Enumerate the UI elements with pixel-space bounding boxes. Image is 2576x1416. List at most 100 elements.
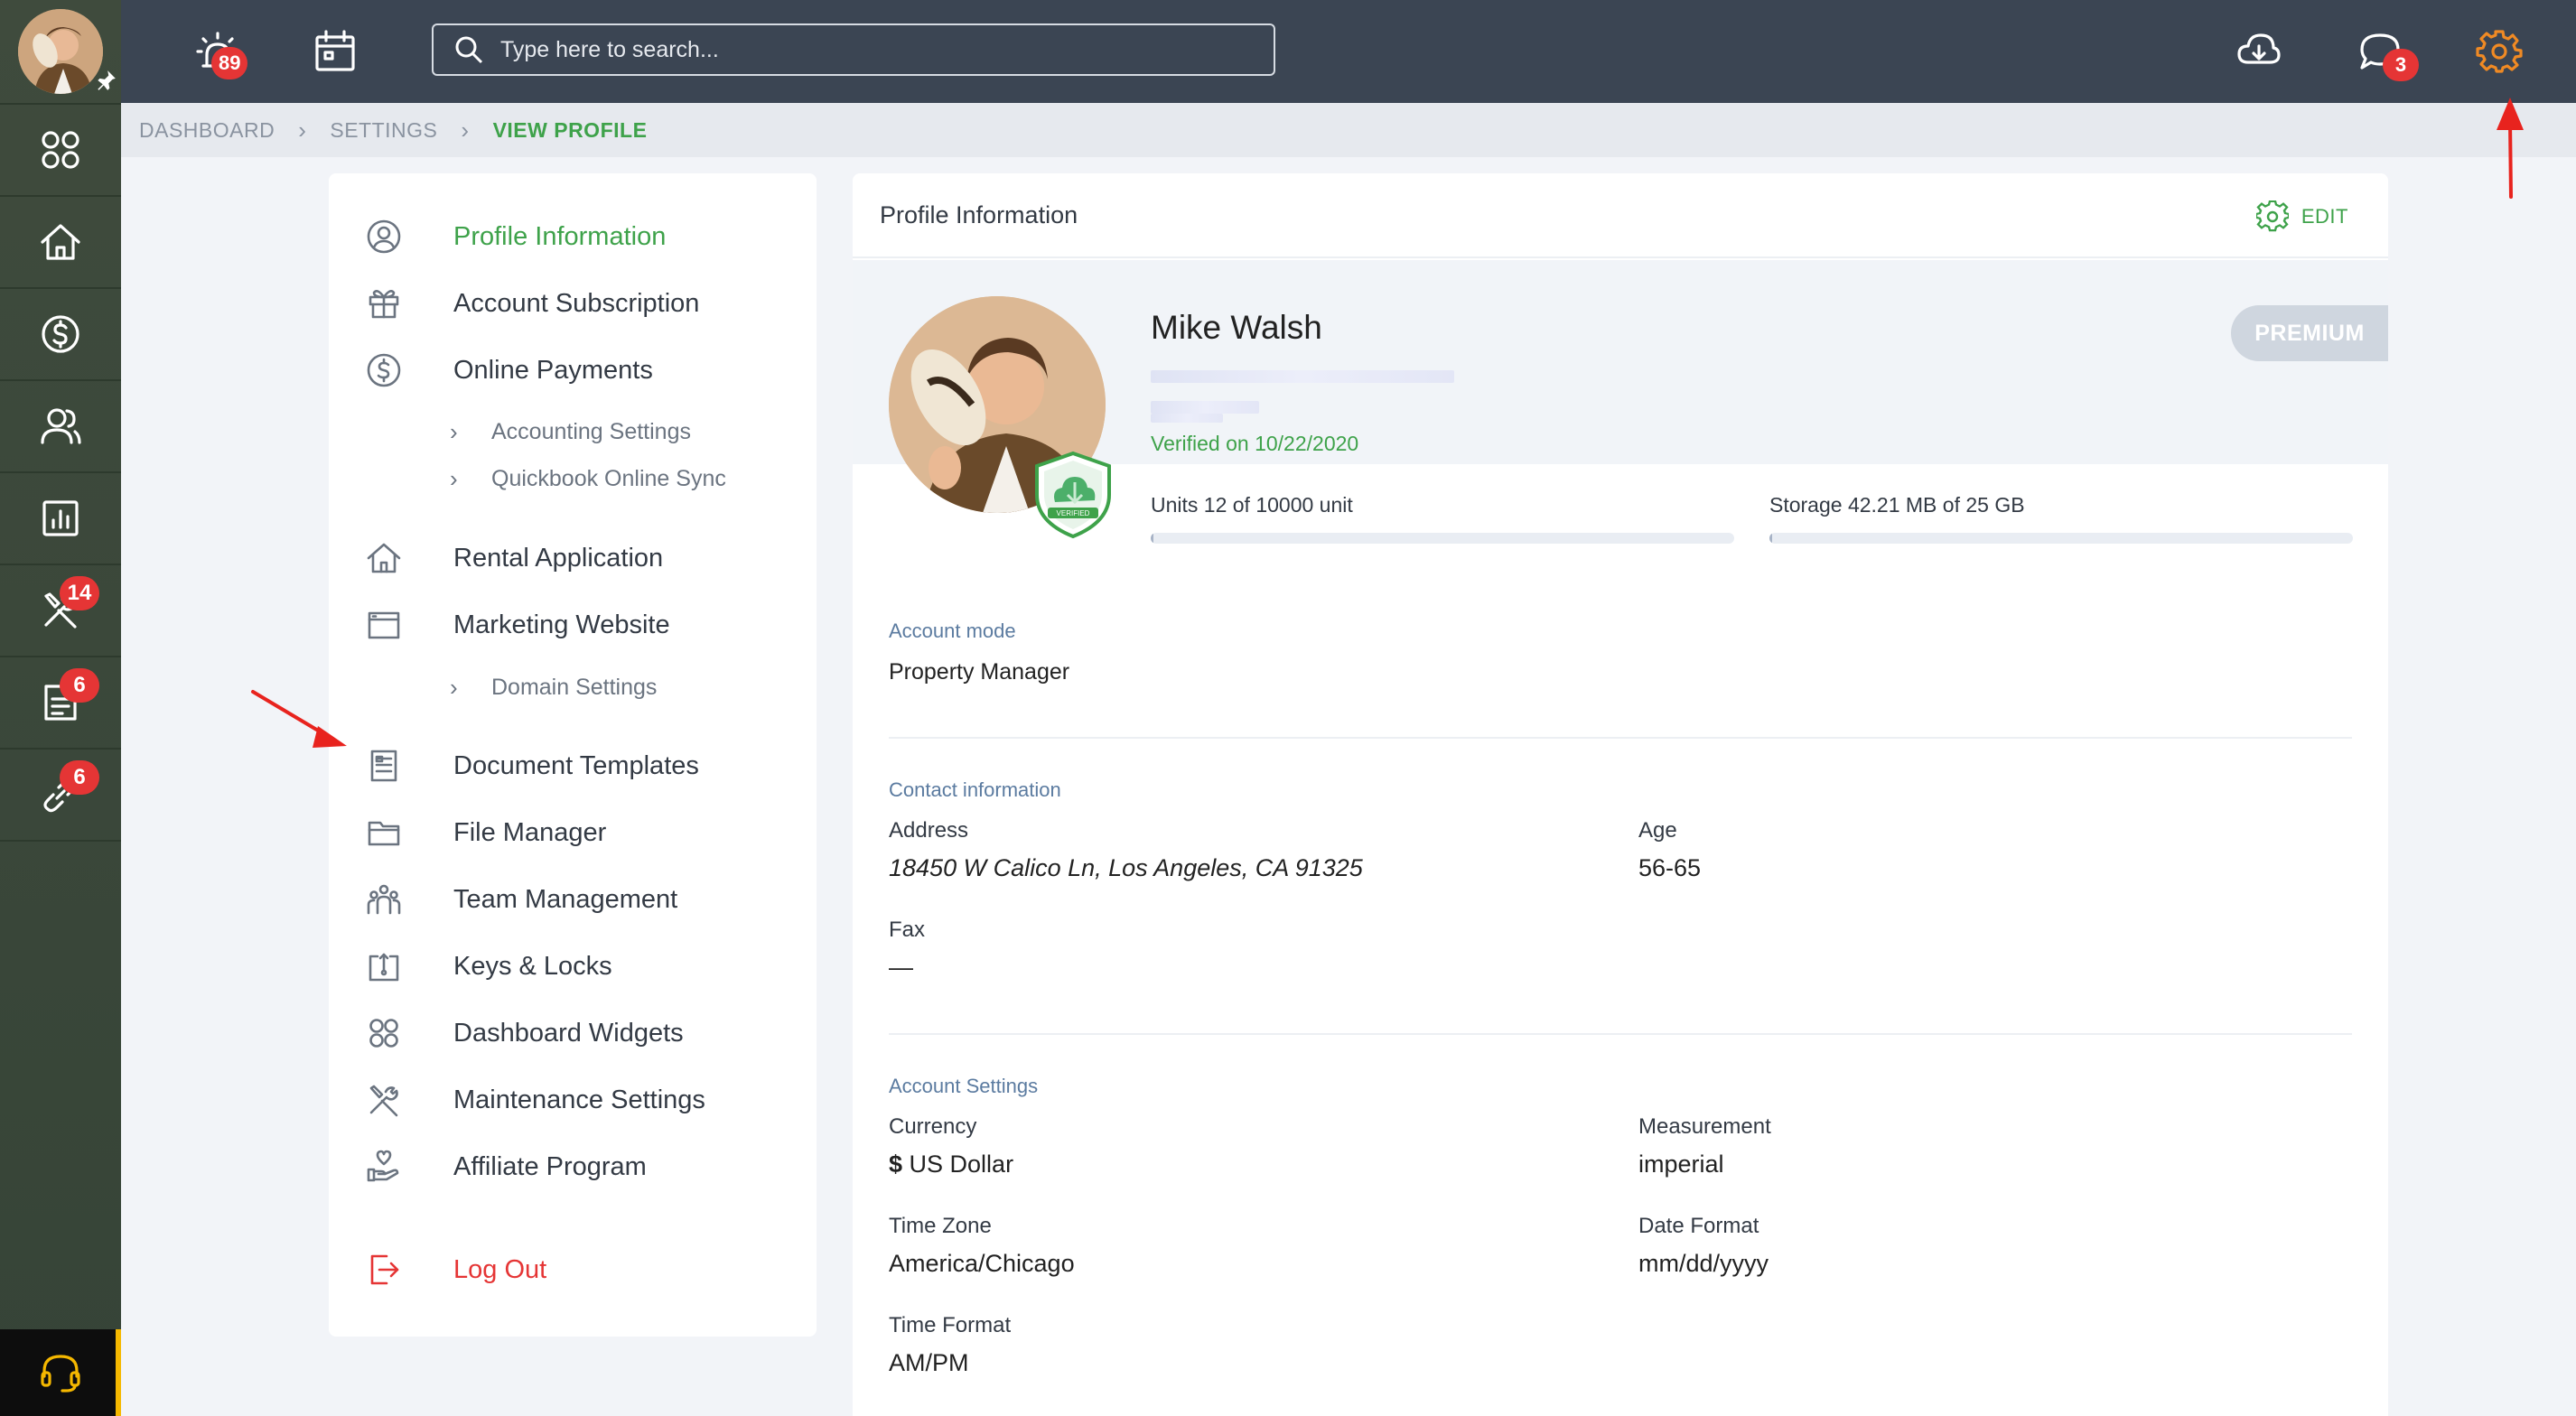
team-icon: [367, 884, 401, 915]
units-progress-bar: [1151, 533, 1734, 544]
menu-item-maintenance-settings[interactable]: Maintenance Settings: [365, 1077, 705, 1123]
timezone-label: Time Zone: [889, 1214, 992, 1238]
gift-icon: [369, 290, 399, 319]
annotation-arrow-icon: [2497, 98, 2524, 199]
contact-section-title: Contact information: [889, 778, 1061, 801]
redacted-phone-2: [1151, 414, 1223, 423]
breadcrumb-dashboard[interactable]: DASHBOARD: [139, 118, 275, 143]
logout-button[interactable]: Log Out: [365, 1247, 546, 1292]
tools-icon: [369, 1085, 398, 1117]
calendar-icon: [315, 30, 355, 71]
profile-card-title: Profile Information: [880, 200, 1078, 228]
rail-dashboard-button[interactable]: [0, 105, 121, 195]
rail-maintenance-button[interactable]: 14: [0, 565, 121, 656]
timezone-value: America/Chicago: [889, 1250, 1075, 1277]
menu-item-label: Account Subscription: [453, 288, 700, 318]
pin-icon[interactable]: [94, 69, 117, 92]
menu-item-label: Dashboard Widgets: [453, 1018, 684, 1048]
user-circle-icon: [367, 219, 401, 254]
menu-item-online-payments[interactable]: Online Payments: [365, 348, 653, 393]
menu-item-account-subscription[interactable]: Account Subscription: [365, 281, 699, 326]
menu-item-marketing-website[interactable]: Marketing Website: [365, 602, 670, 647]
gear-icon: [2476, 30, 2523, 73]
grid-icon: [42, 131, 79, 169]
age-value: 56-65: [1638, 854, 1702, 881]
address-value: 18450 W Calico Ln, Los Angeles, CA 91325: [889, 854, 1363, 881]
folder-icon: [368, 821, 400, 846]
menu-item-document-templates[interactable]: Document Templates: [365, 743, 699, 788]
rail-home-button[interactable]: [0, 197, 121, 287]
submenu-quickbook-online-sync[interactable]: › Quickbook Online Sync: [450, 461, 726, 497]
search-box[interactable]: [432, 23, 1275, 76]
menu-item-label: Document Templates: [453, 750, 699, 780]
alarm-badge: 89: [211, 47, 248, 79]
fax-label: Fax: [889, 918, 926, 942]
time-format-label: Time Format: [889, 1313, 1012, 1337]
verified-shield-icon: VERIFIED: [1031, 450, 1115, 540]
gear-icon: [2255, 200, 2289, 232]
submenu-label: Accounting Settings: [491, 418, 691, 444]
address-label: Address: [889, 818, 969, 843]
messages-button[interactable]: 3: [2350, 22, 2419, 81]
headset-icon: [41, 1355, 80, 1393]
measurement-label: Measurement: [1638, 1114, 1771, 1139]
redacted-phone: [1151, 401, 1259, 414]
menu-item-file-manager[interactable]: File Manager: [365, 810, 606, 855]
alarm-button[interactable]: 89: [188, 22, 248, 81]
menu-item-label: Keys & Locks: [453, 951, 612, 981]
menu-item-team-management[interactable]: Team Management: [365, 877, 677, 922]
logout-icon: [370, 1254, 399, 1285]
currency-name: US Dollar: [902, 1150, 1014, 1178]
dollar-circle-icon: [367, 353, 401, 387]
menu-item-dashboard-widgets[interactable]: Dashboard Widgets: [365, 1011, 684, 1056]
home-icon: [367, 543, 401, 573]
logout-label: Log Out: [453, 1254, 547, 1284]
search-input[interactable]: [500, 36, 1241, 63]
fax-value: —: [889, 954, 913, 981]
hand-heart-icon: [367, 1150, 399, 1182]
menu-item-keys-locks[interactable]: Keys & Locks: [365, 944, 612, 989]
rail-people-button[interactable]: [0, 381, 121, 471]
age-label: Age: [1638, 818, 1677, 843]
calendar-button[interactable]: [305, 22, 365, 81]
date-format-value: mm/dd/yyyy: [1638, 1250, 1769, 1277]
currency-label: Currency: [889, 1114, 977, 1139]
search-icon: [455, 36, 483, 64]
currency-value: $ US Dollar: [889, 1150, 1013, 1178]
verified-date: Verified on 10/22/2020: [1151, 432, 1359, 455]
menu-item-affiliate-program[interactable]: Affiliate Program: [365, 1144, 647, 1189]
grid-icon: [369, 1019, 398, 1048]
profile-card: Profile Information EDIT VERIFIED Mike W…: [853, 173, 2388, 1416]
rail-reports-button[interactable]: [0, 473, 121, 564]
menu-item-label: Affiliate Program: [453, 1151, 647, 1181]
breadcrumb-view-profile: VIEW PROFILE: [492, 117, 648, 142]
settings-button[interactable]: [2469, 22, 2529, 81]
left-rail: 14 6 6: [0, 0, 121, 1416]
submenu-domain-settings[interactable]: › Domain Settings: [450, 669, 657, 705]
edit-button[interactable]: EDIT: [2255, 200, 2348, 233]
menu-item-label: File Manager: [453, 817, 607, 847]
chevron-right-icon: ›: [450, 464, 458, 492]
storage-label: Storage 42.21 MB of 25 GB: [1769, 493, 2025, 517]
chevron-right-icon: ›: [298, 116, 307, 144]
menu-item-label: Profile Information: [453, 221, 667, 251]
account-mode-value: Property Manager: [889, 659, 1070, 685]
user-avatar[interactable]: [18, 9, 103, 94]
submenu-accounting-settings[interactable]: › Accounting Settings: [450, 414, 691, 450]
submenu-label: Domain Settings: [491, 674, 658, 700]
menu-item-rental-application[interactable]: Rental Application: [365, 536, 663, 581]
download-button[interactable]: [2229, 22, 2289, 81]
date-format-label: Date Format: [1638, 1214, 1759, 1238]
rail-payments-button[interactable]: [0, 289, 121, 379]
profile-card-header: Profile Information EDIT: [853, 173, 2388, 258]
rail-links-button[interactable]: 6: [0, 750, 121, 840]
documents-badge: 6: [60, 668, 99, 703]
menu-item-profile-information[interactable]: Profile Information: [365, 214, 666, 259]
support-button[interactable]: [0, 1329, 121, 1416]
breadcrumb-settings[interactable]: SETTINGS: [330, 118, 437, 143]
rail-documents-button[interactable]: 6: [0, 657, 121, 748]
edit-label: EDIT: [2301, 205, 2348, 228]
menu-item-label: Online Payments: [453, 355, 653, 385]
submenu-label: Quickbook Online Sync: [491, 465, 726, 491]
home-icon: [41, 224, 80, 260]
